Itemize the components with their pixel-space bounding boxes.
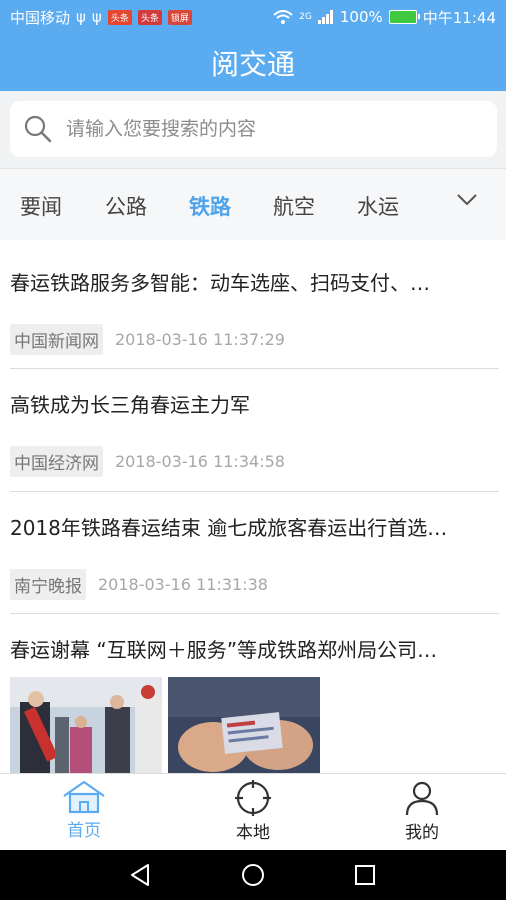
nav-mine[interactable]: 我的: [372, 780, 472, 843]
tab-yaowen[interactable]: 要闻: [20, 191, 62, 221]
nav-mine-label: 我的: [405, 823, 439, 843]
search-input[interactable]: [64, 117, 468, 141]
status-left: 中国移动 ψ ψ 头条 头条 锁屏: [10, 7, 192, 28]
tab-tielu[interactable]: 铁路: [189, 191, 231, 221]
news-title[interactable]: 春运谢幕 “互联网＋服务”等成铁路郑州局公司…: [10, 614, 499, 663]
usb-icon: ψ: [76, 8, 86, 26]
clock: 中午11:44: [422, 8, 496, 27]
status-bar: 中国移动 ψ ψ 头条 头条 锁屏 2G 100% 中午11:44: [0, 0, 506, 34]
app-title: 阅交通: [210, 47, 295, 81]
news-time: 2018-03-16 11:37:29: [115, 330, 285, 349]
news-item[interactable]: 2018年铁路春运结束 逾七成旅客春运出行首选… 南宁晚报 2018-03-16…: [10, 492, 499, 614]
news-source: 中国新闻网: [10, 324, 103, 355]
tab-gonglu[interactable]: 公路: [105, 191, 147, 221]
category-tabs: 要闻 公路 铁路 航空 水运: [0, 168, 506, 240]
news-meta: 中国经济网 2018-03-16 11:34:58: [10, 446, 499, 477]
news-time: 2018-03-16 11:34:58: [115, 452, 285, 471]
home-circle-icon[interactable]: [241, 863, 265, 887]
home-icon: [63, 780, 105, 814]
user-icon: [405, 781, 439, 816]
nav-home[interactable]: 首页: [34, 780, 134, 841]
news-item[interactable]: 春运铁路服务多智能：动车选座、扫码支付、… 中国新闻网 2018-03-16 1…: [10, 240, 499, 369]
battery-percent: 100%: [339, 8, 383, 26]
news-item[interactable]: 高铁成为长三角春运主力军 中国经济网 2018-03-16 11:34:58: [10, 369, 499, 492]
news-time: 2018-03-16 11:31:38: [98, 575, 268, 594]
usb-icon-2: ψ: [91, 8, 102, 26]
news-source: 南宁晚报: [10, 569, 86, 600]
notification-badge-1: 头条: [107, 9, 132, 25]
nav-local-label: 本地: [236, 823, 270, 843]
status-right: 2G 100% 中午11:44: [273, 7, 496, 28]
news-images: [10, 677, 499, 775]
news-thumbnail-ticket[interactable]: [168, 677, 320, 775]
network-type: 2G: [299, 12, 312, 22]
search-icon: [24, 115, 52, 143]
search-area: [0, 91, 506, 168]
news-item[interactable]: 春运谢幕 “互联网＋服务”等成铁路郑州局公司…: [10, 614, 499, 784]
tab-hangkong[interactable]: 航空: [273, 191, 315, 221]
news-source: 中国经济网: [10, 446, 103, 477]
chevron-down-icon[interactable]: [456, 193, 478, 207]
system-nav-bar: [0, 850, 506, 900]
signal-icon: [317, 10, 333, 24]
app-header: 阅交通: [0, 34, 506, 91]
news-meta: 中国新闻网 2018-03-16 11:37:29: [10, 324, 499, 355]
carrier-label: 中国移动: [10, 8, 71, 27]
news-list: 春运铁路服务多智能：动车选座、扫码支付、… 中国新闻网 2018-03-16 1…: [0, 240, 506, 784]
news-meta: 南宁晚报 2018-03-16 11:31:38: [10, 569, 499, 600]
news-title[interactable]: 春运铁路服务多智能：动车选座、扫码支付、…: [10, 240, 499, 296]
recent-apps-icon[interactable]: [354, 864, 376, 886]
nav-home-label: 首页: [67, 821, 101, 841]
news-thumbnail-station-crowd[interactable]: [10, 677, 162, 775]
notification-badge-3: 锁屏: [167, 9, 192, 25]
news-title[interactable]: 2018年铁路春运结束 逾七成旅客春运出行首选…: [10, 492, 499, 541]
news-title[interactable]: 高铁成为长三角春运主力军: [10, 369, 499, 418]
bottom-nav: 首页 本地 我的: [0, 773, 506, 850]
wifi-icon: [273, 10, 293, 24]
tab-shuiyun[interactable]: 水运: [357, 191, 399, 221]
back-icon[interactable]: [128, 863, 152, 887]
search-box[interactable]: [10, 101, 497, 157]
location-target-icon: [235, 780, 271, 816]
battery-icon: [388, 10, 420, 24]
notification-badge-2: 头条: [137, 9, 162, 25]
nav-local[interactable]: 本地: [203, 780, 303, 843]
